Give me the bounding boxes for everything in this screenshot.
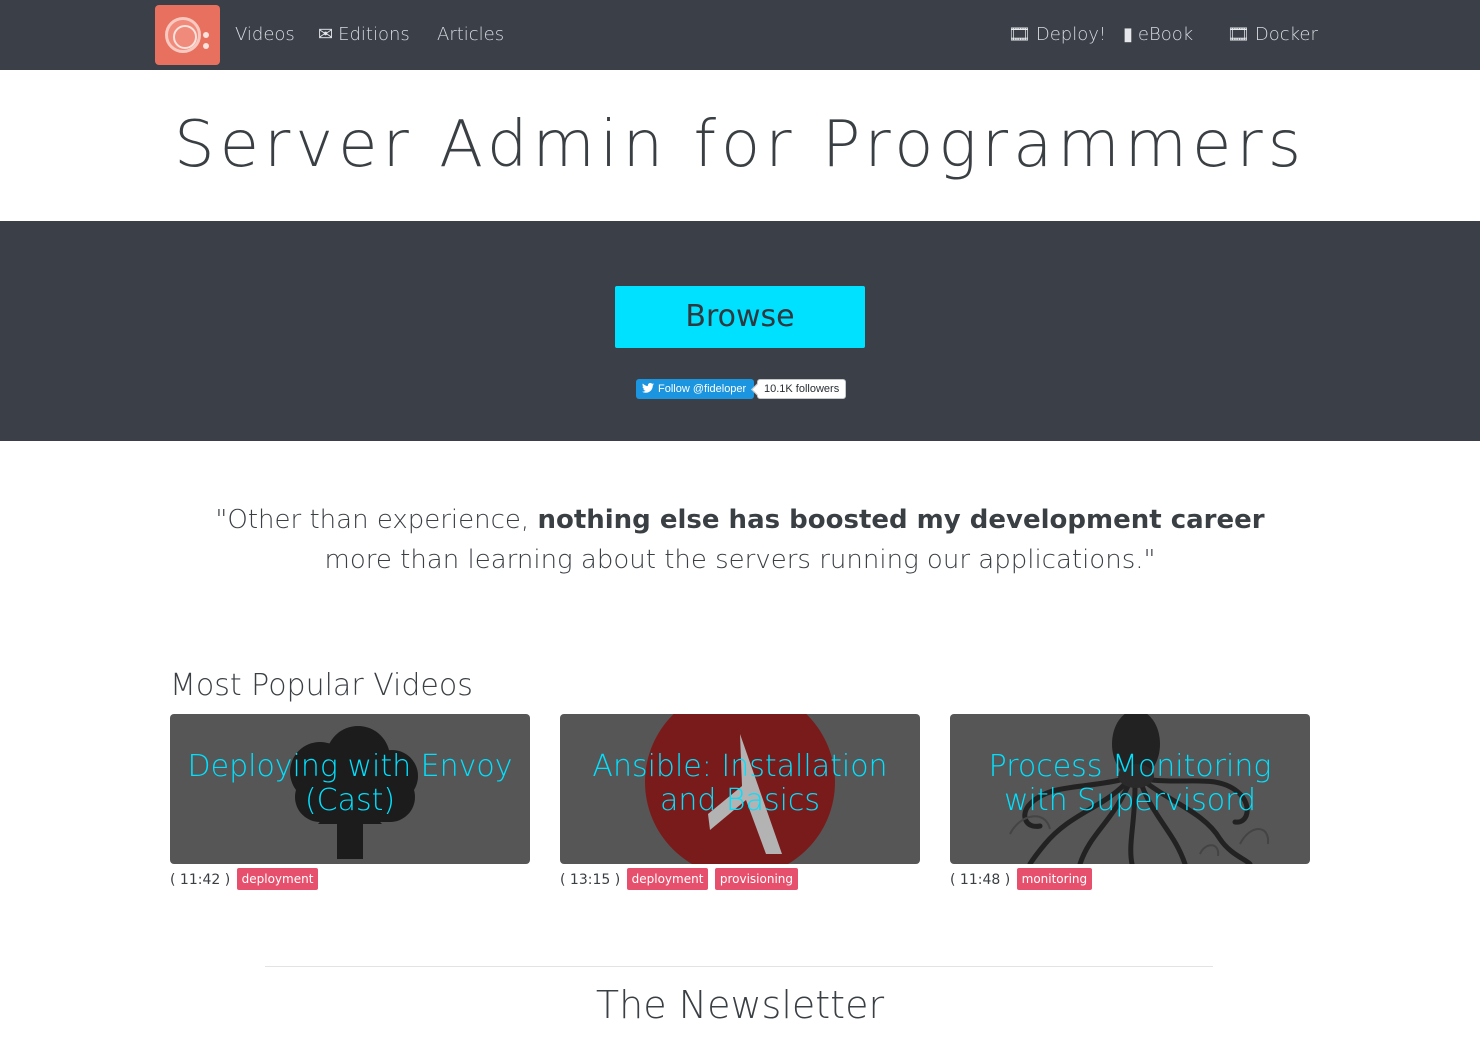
navbar: Videos ✉ Editions Articles 🎞︎ Deploy! ▮ eBo…: [0, 0, 1480, 70]
twitter-follow-label: Follow @fideloper: [658, 383, 747, 395]
nav-ebook-label: eBook: [1137, 24, 1194, 45]
logo[interactable]: [155, 5, 220, 65]
video-title[interactable]: Process Monitoring with Supervisord: [950, 750, 1310, 818]
nav-videos-link[interactable]: Videos: [235, 20, 295, 50]
newsletter-heading: The Newsletter: [595, 983, 885, 1027]
nav-editions-label: Editions: [338, 24, 410, 45]
video-title[interactable]: Deploying with Envoy (Cast): [170, 750, 530, 818]
video-duration: ( 11:48 ): [950, 872, 1011, 888]
nav-docker-label: Docker: [1254, 24, 1318, 45]
twitter-followers-count[interactable]: 10.1K followers: [757, 379, 847, 399]
nav-articles-label: Articles: [437, 24, 505, 45]
video-duration: ( 11:42 ): [170, 872, 231, 888]
nav-editions-link[interactable]: ✉ Editions: [318, 20, 410, 50]
nav-articles-link[interactable]: Articles: [437, 20, 504, 50]
tag-monitoring[interactable]: monitoring: [1016, 868, 1093, 890]
site-title: Server Admin for Programmers: [173, 108, 1307, 182]
video-meta: ( 13:15 ) deployment provisioning: [560, 868, 799, 892]
testimonial-quote: "Other than experience, nothing else has…: [0, 500, 1480, 580]
video-title[interactable]: Ansible: Installation and Basics: [560, 750, 920, 818]
browse-button[interactable]: Browse: [615, 286, 865, 348]
logo-dot-icon: [203, 32, 209, 38]
quote-line-1: "Other than experience, nothing else has…: [0, 500, 1480, 540]
nav-deploy-link[interactable]: 🎞︎ Deploy!: [1008, 20, 1106, 50]
quote-line-2: more than learning about the servers run…: [324, 545, 1156, 575]
film-icon: 🎞︎: [1227, 24, 1250, 45]
video-meta: ( 11:48 ) monitoring: [950, 868, 1093, 892]
twitter-follow-button[interactable]: Follow @fideloper: [636, 379, 755, 399]
logo-ring-icon: [165, 17, 201, 53]
film-icon: 🎞︎: [1008, 24, 1031, 45]
hero-banner: Browse Follow @fideloper 10.1K followers: [0, 221, 1480, 441]
section-divider: [265, 966, 1213, 967]
video-card-envoy[interactable]: Deploying with Envoy (Cast): [170, 714, 530, 864]
envelope-icon: ✉: [318, 24, 334, 45]
video-card-supervisord[interactable]: Process Monitoring with Supervisord: [950, 714, 1310, 864]
video-card-ansible[interactable]: Ansible: Installation and Basics: [560, 714, 920, 864]
tag-deployment[interactable]: deployment: [236, 868, 319, 890]
quote-emphasis: nothing else has boosted my development …: [537, 505, 1265, 535]
logo-dot-icon: [203, 43, 209, 49]
tag-deployment[interactable]: deployment: [626, 868, 709, 890]
nav-deploy-label: Deploy!: [1035, 24, 1107, 45]
video-meta: ( 11:42 ) deployment: [170, 868, 319, 892]
tag-provisioning[interactable]: provisioning: [714, 868, 799, 890]
twitter-bird-icon: [642, 383, 654, 393]
video-duration: ( 13:15 ): [560, 872, 621, 888]
book-icon: ▮: [1123, 24, 1133, 45]
nav-ebook-link[interactable]: ▮ eBook: [1123, 20, 1193, 50]
quote-text-start: "Other than experience,: [215, 505, 538, 535]
nav-docker-link[interactable]: 🎞︎ Docker: [1227, 20, 1318, 50]
popular-videos-heading: Most Popular Videos: [170, 668, 473, 703]
nav-videos-label: Videos: [235, 24, 295, 45]
